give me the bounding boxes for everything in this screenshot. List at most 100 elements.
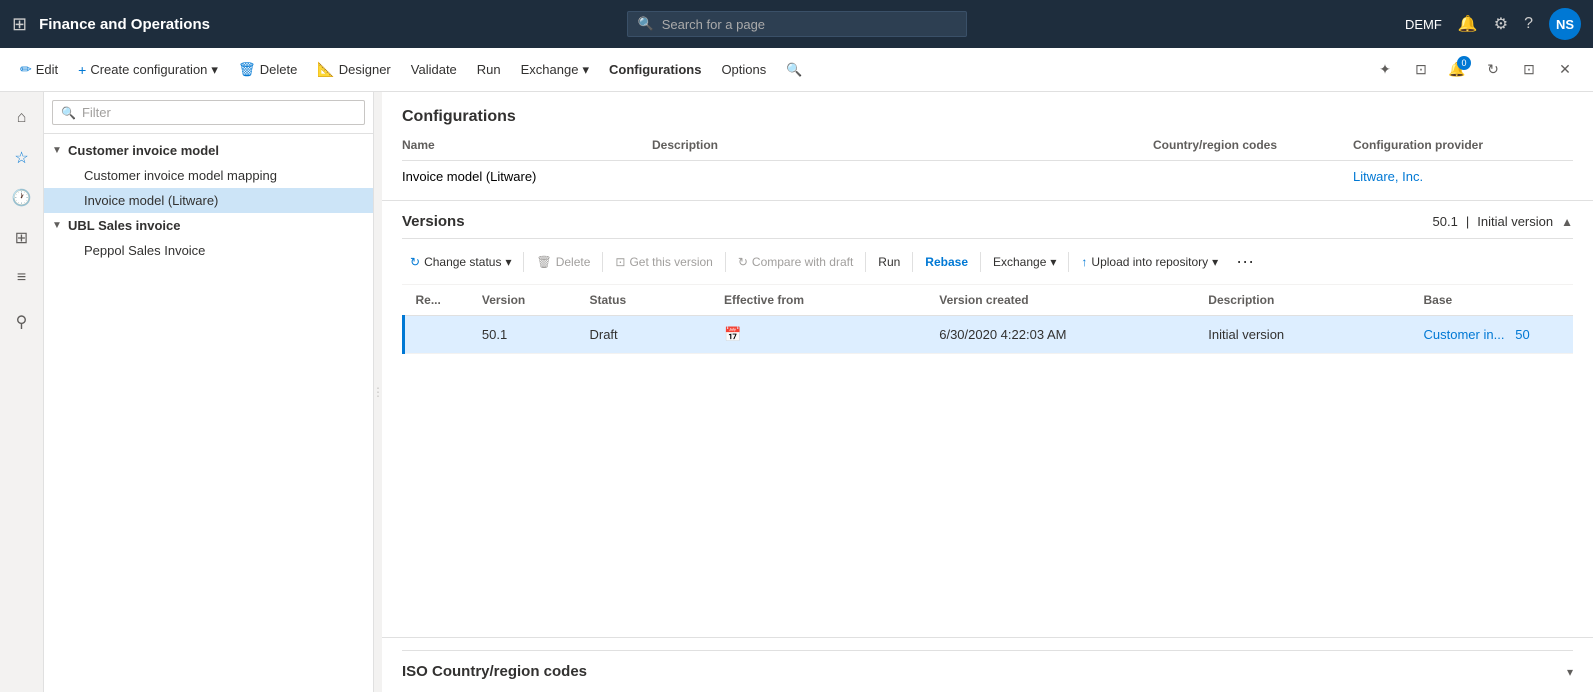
create-configuration-button[interactable]: + Create configuration ▾ [70, 56, 226, 84]
cell-version: 50.1 [470, 316, 578, 354]
tree-item-customer-invoice-model[interactable]: ▼ Customer invoice model [44, 138, 373, 163]
resize-handle[interactable]: ⋮ [374, 92, 382, 692]
edit-icon: ✏ [20, 61, 32, 78]
open-new-window-button[interactable]: ⊡ [1405, 54, 1437, 86]
table-row[interactable]: 50.1 Draft 📅 6/30/2020 4:22:03 AM Initia… [404, 316, 1574, 354]
sidebar-icon-recent[interactable]: 🕐 [4, 180, 40, 216]
ver-separator-7 [1068, 252, 1069, 272]
search-cmd-icon: 🔍 [786, 62, 802, 78]
run-button[interactable]: Run [469, 56, 509, 83]
global-search[interactable]: 🔍 [627, 11, 967, 37]
versions-toolbar: ↻ Change status ▾ 🗑 Delete ⊡ Get this ve… [402, 239, 1573, 285]
notifications-button[interactable]: 🔔 0 [1441, 54, 1473, 86]
sidebar-icon-filter[interactable]: ⚲ [4, 304, 40, 340]
delete-button[interactable]: 🗑 Delete [230, 55, 305, 84]
th-version: Version [470, 285, 578, 316]
col-name: Name [402, 138, 652, 152]
versions-more-button[interactable]: ··· [1228, 247, 1262, 276]
meta-separator: | [1466, 214, 1469, 229]
expand-icon: ▼ [52, 220, 64, 231]
tree-item-peppol-sales-invoice[interactable]: Peppol Sales Invoice [44, 238, 373, 263]
base-num-link[interactable]: 50 [1515, 327, 1529, 342]
designer-button[interactable]: 📐 Designer [309, 55, 398, 84]
base-link[interactable]: Customer in... [1424, 327, 1505, 342]
versions-title: Versions [402, 213, 465, 230]
scroll-area[interactable] [382, 637, 1593, 650]
tree-panel: 🔍 ▼ Customer invoice model Customer invo… [44, 92, 374, 692]
cell-description: Initial version [1196, 316, 1411, 354]
search-input[interactable] [662, 17, 956, 32]
notification-icon[interactable]: 🔔 [1458, 14, 1478, 34]
cell-re [404, 316, 470, 354]
config-row-name: Invoice model (Litware) [402, 169, 652, 184]
iso-title: ISO Country/region codes [402, 663, 587, 680]
version-number: 50.1 [1433, 214, 1458, 229]
search-icon: 🔍 [638, 16, 654, 32]
cell-status: Draft [577, 316, 712, 354]
refresh-button[interactable]: ↻ [1477, 54, 1509, 86]
command-bar: ✏ Edit + Create configuration ▾ 🗑 Delete… [0, 48, 1593, 92]
calendar-icon[interactable]: 📅 [724, 326, 741, 342]
sidebar-icon-favorites[interactable]: ☆ [4, 140, 40, 176]
get-this-version-button[interactable]: ⊡ Get this version [607, 250, 720, 274]
help-icon[interactable]: ? [1524, 15, 1533, 33]
plus-icon: + [78, 62, 86, 78]
cell-base: Customer in... 50 [1412, 316, 1573, 354]
ver-separator-6 [980, 252, 981, 272]
username-label: DEMF [1405, 17, 1442, 32]
search-cmd-button[interactable]: 🔍 [778, 56, 810, 84]
col-description: Description [652, 138, 1153, 152]
versions-exchange-chevron: ▾ [1050, 255, 1056, 269]
create-chevron-icon: ▾ [211, 62, 218, 78]
get-version-icon: ⊡ [615, 255, 625, 269]
configurations-button[interactable]: Configurations [601, 56, 709, 83]
upload-into-repository-button[interactable]: ↑ Upload into repository ▾ [1073, 250, 1226, 274]
sidebar-icon-home[interactable]: ⌂ [4, 100, 40, 136]
iso-section: ISO Country/region codes ▾ [402, 650, 1573, 692]
left-sidebar: ⌂ ☆ 🕐 ⊞ ≡ ⚲ [0, 92, 44, 692]
main-layout: ⌂ ☆ 🕐 ⊞ ≡ ⚲ 🔍 ▼ Customer invoice model C… [0, 92, 1593, 692]
rebase-button[interactable]: Rebase [917, 250, 976, 274]
config-row-provider[interactable]: Litware, Inc. [1353, 169, 1573, 184]
grid-icon[interactable]: ⊞ [12, 14, 27, 35]
versions-table-header: Re... Version Status Effective from Vers… [404, 285, 1574, 316]
iso-header[interactable]: ISO Country/region codes ▾ [402, 663, 1573, 680]
iso-collapse-icon: ▾ [1567, 665, 1573, 679]
personalize-button[interactable]: ✦ [1369, 54, 1401, 86]
edit-button[interactable]: ✏ Edit [12, 55, 66, 84]
versions-meta: 50.1 | Initial version ▲ [1433, 214, 1573, 229]
options-button[interactable]: Options [713, 56, 774, 83]
compare-with-draft-button[interactable]: ↻ Compare with draft [730, 250, 861, 274]
tree-filter-wrapper[interactable]: 🔍 [52, 100, 365, 125]
content-area: Configurations Name Description Country/… [382, 92, 1593, 692]
settings-icon[interactable]: ⚙ [1494, 14, 1508, 34]
versions-delete-button[interactable]: 🗑 Delete [528, 250, 598, 274]
avatar[interactable]: NS [1549, 8, 1581, 40]
ver-separator-5 [912, 252, 913, 272]
sidebar-icon-modules[interactable]: ⊞ [4, 220, 40, 256]
filter-input[interactable] [82, 105, 356, 120]
exchange-button[interactable]: Exchange ▾ [513, 56, 597, 84]
cell-version-created: 6/30/2020 4:22:03 AM [927, 316, 1196, 354]
config-table-row: Invoice model (Litware) Litware, Inc. [402, 161, 1573, 192]
versions-exchange-button[interactable]: Exchange ▾ [985, 250, 1064, 274]
tree-item-customer-invoice-mapping[interactable]: Customer invoice model mapping [44, 163, 373, 188]
tree-item-invoice-model-litware[interactable]: Invoice model (Litware) [44, 188, 373, 213]
col-country-region: Country/region codes [1153, 138, 1353, 152]
ver-separator-1 [523, 252, 524, 272]
col-provider: Configuration provider [1353, 138, 1573, 152]
ver-separator-4 [865, 252, 866, 272]
th-version-created: Version created [927, 285, 1196, 316]
validate-button[interactable]: Validate [403, 56, 465, 83]
tree-item-ubl-sales-invoice[interactable]: ▼ UBL Sales invoice [44, 213, 373, 238]
change-status-button[interactable]: ↻ Change status ▾ [402, 250, 519, 274]
th-effective-from: Effective from [712, 285, 927, 316]
versions-run-button[interactable]: Run [870, 250, 908, 274]
sidebar-icon-list[interactable]: ≡ [4, 260, 40, 296]
close-button[interactable]: ✕ [1549, 54, 1581, 86]
cell-effective-from: 📅 [712, 316, 927, 354]
version-label: Initial version [1477, 214, 1553, 229]
change-status-chevron: ▾ [505, 255, 511, 269]
collapse-versions-button[interactable]: ▲ [1561, 215, 1573, 229]
restore-button[interactable]: ⊡ [1513, 54, 1545, 86]
